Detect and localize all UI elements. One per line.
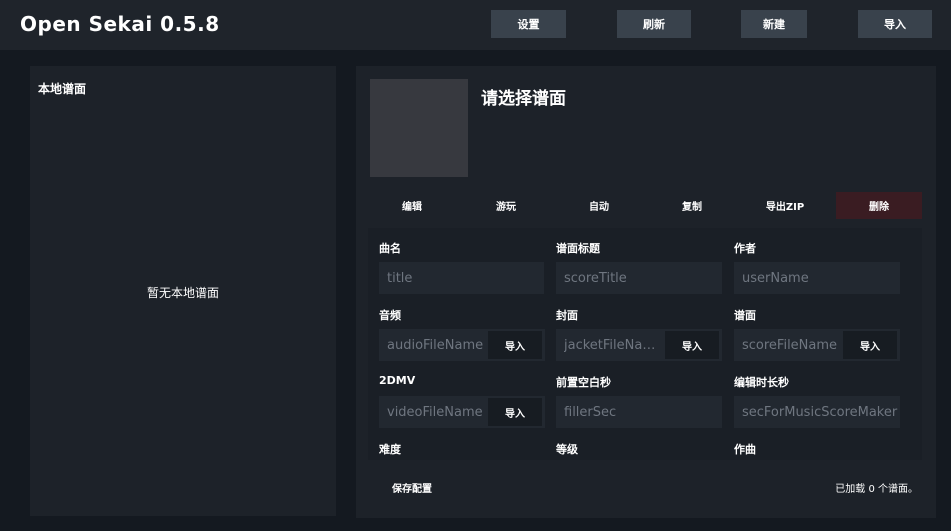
pre-blank-input[interactable] xyxy=(564,404,722,420)
new-button[interactable]: 新建 xyxy=(741,10,807,38)
score-title-field[interactable] xyxy=(556,262,722,294)
score-import-button[interactable]: 导入 xyxy=(843,331,897,359)
composer-label: 作曲 xyxy=(734,443,756,456)
score-title-label: 谱面标题 xyxy=(556,242,600,255)
edit-duration-input[interactable] xyxy=(742,404,900,420)
app-title: Open Sekai 0.5.8 xyxy=(20,12,220,36)
export-zip-button[interactable]: 导出ZIP xyxy=(739,192,831,219)
delete-button[interactable]: 删除 xyxy=(836,192,922,219)
edit-duration-label: 编辑时长秒 xyxy=(734,376,789,389)
mv2d-input[interactable] xyxy=(387,404,489,420)
auto-button[interactable]: 自动 xyxy=(553,192,645,219)
score-file-label: 谱面 xyxy=(734,309,756,322)
audio-label: 音频 xyxy=(379,309,401,322)
empty-message: 暂无本地谱面 xyxy=(146,286,219,300)
mv2d-import-button[interactable]: 导入 xyxy=(488,398,542,426)
score-title-input[interactable] xyxy=(564,270,722,286)
author-field[interactable] xyxy=(734,262,900,294)
song-name-field[interactable] xyxy=(379,262,544,294)
audio-import-button[interactable]: 导入 xyxy=(488,331,542,359)
edit-button[interactable]: 编辑 xyxy=(366,192,458,219)
score-file-input[interactable] xyxy=(742,337,844,353)
score-title: 请选择谱面 xyxy=(481,89,566,109)
status-text: 已加载 0 个谱面。 xyxy=(835,484,918,495)
cover-input[interactable] xyxy=(564,337,660,353)
level-label: 等级 xyxy=(556,443,578,456)
score-detail-panel: 请选择谱面 编辑 游玩 自动 复制 导出ZIP 删除 曲名 谱面标题 作者 音频… xyxy=(356,66,936,518)
song-name-input[interactable] xyxy=(387,270,544,286)
edit-duration-field[interactable] xyxy=(734,396,900,428)
copy-button[interactable]: 复制 xyxy=(646,192,738,219)
score-form: 曲名 谱面标题 作者 音频 封面 谱面 导入 导入 导入 2DMV 前置空白秒 xyxy=(368,228,922,460)
mv2d-label: 2DMV xyxy=(379,374,416,387)
local-scores-panel: 本地谱面 暂无本地谱面 xyxy=(30,66,336,516)
song-name-label: 曲名 xyxy=(379,242,401,255)
pre-blank-label: 前置空白秒 xyxy=(556,376,611,389)
import-button[interactable]: 导入 xyxy=(858,10,932,38)
cover-image xyxy=(370,79,468,177)
top-bar: Open Sekai 0.5.8 设置 刷新 新建 导入 xyxy=(0,0,951,50)
author-label: 作者 xyxy=(734,242,756,255)
local-scores-title: 本地谱面 xyxy=(38,82,87,96)
save-config-button[interactable]: 保存配置 xyxy=(392,480,432,495)
settings-button[interactable]: 设置 xyxy=(491,10,566,38)
audio-input[interactable] xyxy=(387,337,489,353)
cover-import-button[interactable]: 导入 xyxy=(665,331,719,359)
author-input[interactable] xyxy=(742,270,900,286)
cover-label: 封面 xyxy=(556,309,578,322)
refresh-button[interactable]: 刷新 xyxy=(617,10,691,38)
play-button[interactable]: 游玩 xyxy=(460,192,552,219)
pre-blank-field[interactable] xyxy=(556,396,722,428)
difficulty-label: 难度 xyxy=(379,443,401,456)
